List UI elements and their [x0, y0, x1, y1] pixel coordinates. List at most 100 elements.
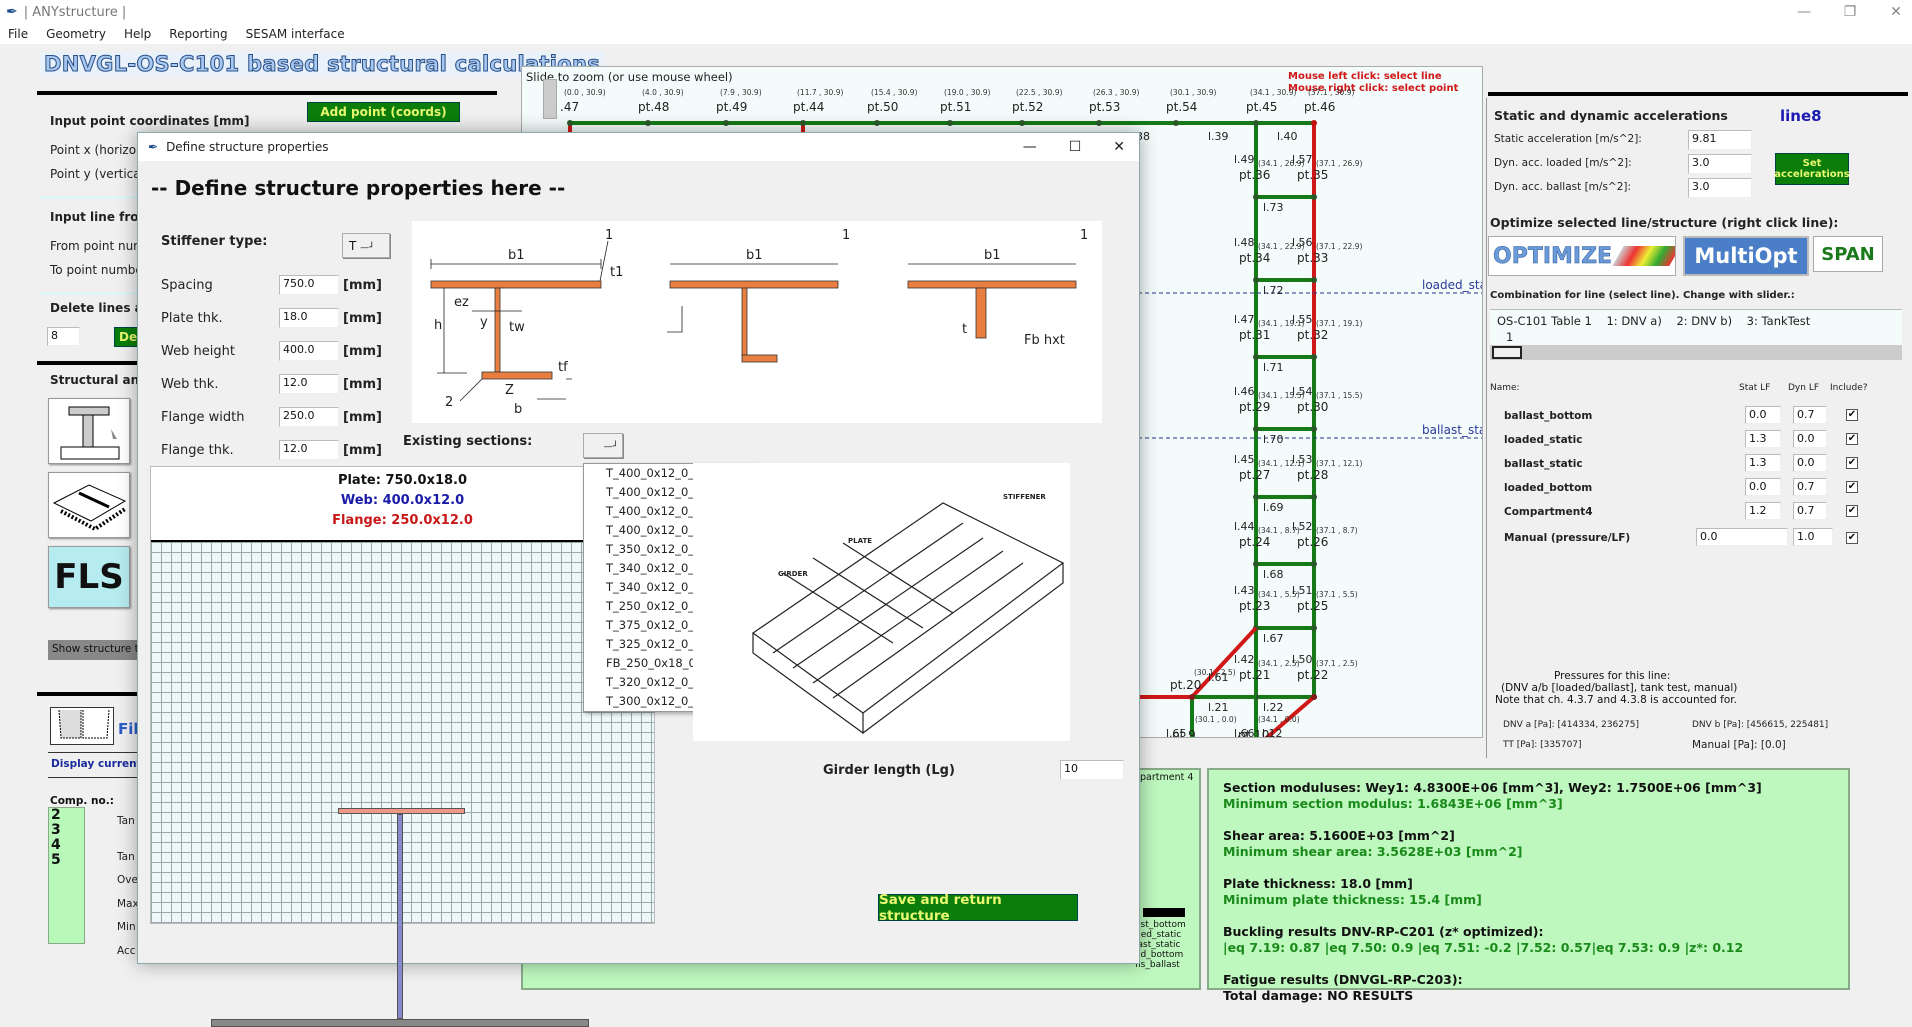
structure-point[interactable] [1311, 494, 1317, 500]
dyn-lf-input[interactable]: 0.0 [1793, 454, 1827, 472]
add-point-button[interactable]: Add point (coords) [307, 102, 460, 122]
stiffener-tool-button[interactable] [48, 398, 130, 464]
list-item[interactable]: 4 [51, 838, 84, 853]
include-checkbox[interactable]: ✔ [1846, 532, 1858, 544]
span-button[interactable]: SPAN [1813, 236, 1883, 272]
structure-point[interactable] [1311, 354, 1317, 360]
menu-geometry[interactable]: Geometry [46, 27, 106, 41]
structure-point[interactable] [1253, 494, 1259, 500]
label-b1: b1 [984, 248, 1001, 263]
show-structure-button[interactable]: Show structure types [48, 640, 138, 660]
structure-point[interactable] [1311, 120, 1317, 126]
line-label: l.68 [1263, 568, 1284, 581]
plate-dim-label: Plate: 750.0x18.0 [337, 473, 468, 488]
structure-point[interactable] [800, 120, 806, 126]
menu-reporting[interactable]: Reporting [169, 27, 227, 41]
stat-lf-input[interactable]: 1.2 [1745, 502, 1781, 520]
structure-point[interactable] [1253, 561, 1259, 567]
dyn-ballast-label: Dyn. acc. ballast [m/s^2]: [1494, 181, 1632, 193]
dialog-close-button[interactable]: ✕ [1113, 139, 1125, 155]
field-input[interactable]: 18.0 [279, 308, 339, 328]
dyn-loaded-input[interactable]: 3.0 [1688, 154, 1752, 174]
list-item[interactable]: 2 [51, 808, 84, 823]
structure-point[interactable] [1311, 625, 1317, 631]
point-coord: (7.9 , 30.9) [720, 88, 762, 97]
dialog-maximize-button[interactable]: ☐ [1069, 139, 1082, 155]
stat-lf-input[interactable]: 1.3 [1745, 430, 1781, 448]
panel-tool-button[interactable] [48, 472, 130, 538]
static-acc-input[interactable]: 9.81 [1688, 130, 1752, 150]
structure-point[interactable] [874, 120, 880, 126]
girder-length-input[interactable]: 10 [1060, 760, 1124, 780]
point-label: pt.49 [716, 100, 747, 114]
structure-point[interactable] [1311, 277, 1317, 283]
structure-point[interactable] [1311, 426, 1317, 432]
field-input[interactable]: 250.0 [279, 407, 339, 427]
menu-help[interactable]: Help [124, 27, 151, 41]
include-checkbox[interactable]: ✔ [1846, 409, 1858, 421]
structure-point[interactable] [1189, 694, 1195, 700]
restore-button[interactable]: ❐ [1832, 0, 1868, 24]
display-current-link[interactable]: Display current compartments [51, 758, 137, 770]
menu-file[interactable]: File [8, 27, 28, 41]
stat-lf-input[interactable]: 0.0 [1745, 406, 1781, 424]
structure-point[interactable] [1173, 120, 1179, 126]
list-item[interactable]: 5 [51, 853, 84, 868]
delete-input[interactable]: 8 [47, 327, 80, 346]
manual-lf-input[interactable]: 1.0 [1793, 528, 1833, 546]
stat-lf-input[interactable]: 0.0 [1745, 478, 1781, 496]
include-checkbox[interactable]: ✔ [1846, 505, 1858, 517]
field-input[interactable]: 400.0 [279, 341, 339, 361]
multiopt-button[interactable]: MultiOpt [1683, 236, 1809, 276]
structure-point[interactable] [645, 120, 651, 126]
combination-slider-track[interactable] [1490, 345, 1902, 360]
tank-fill-icon[interactable] [50, 707, 114, 745]
line-label: l.53 [1292, 453, 1313, 466]
stat-lf-input[interactable]: 1.3 [1745, 454, 1781, 472]
structure-point[interactable] [1253, 426, 1259, 432]
dyn-lf-input[interactable]: 0.7 [1793, 478, 1827, 496]
field-input[interactable]: 12.0 [279, 440, 339, 460]
dyn-lf-input[interactable]: 0.7 [1793, 406, 1827, 424]
line-label: l.56 [1292, 236, 1313, 249]
dyn-lf-input[interactable]: 0.7 [1793, 502, 1827, 520]
structure-point[interactable] [1311, 194, 1317, 200]
structure-point[interactable] [723, 120, 729, 126]
field-input[interactable]: 750.0 [279, 275, 339, 295]
include-checkbox[interactable]: ✔ [1846, 481, 1858, 493]
structure-point[interactable] [1253, 277, 1259, 283]
structure-point[interactable] [947, 120, 953, 126]
structure-point[interactable] [1253, 194, 1259, 200]
close-button[interactable]: ✕ [1878, 0, 1912, 24]
manual-pressure-input[interactable]: 0.0 [1696, 528, 1788, 546]
minimize-button[interactable]: — [1786, 0, 1822, 24]
include-checkbox[interactable]: ✔ [1846, 457, 1858, 469]
structure-point[interactable] [1096, 120, 1102, 126]
label-y: y [480, 315, 488, 330]
menu-sesam[interactable]: SESAM interface [246, 27, 345, 41]
combination-slider-thumb[interactable] [1492, 346, 1522, 359]
compartment-list[interactable]: 2 3 4 5 [48, 807, 85, 944]
point-coord: (15.4 , 30.9) [871, 88, 917, 97]
window-title: | ANYstructure | [23, 4, 127, 20]
divider [40, 292, 140, 295]
results-panel: Section moduluses: Wey1: 4.8300E+06 [mm^… [1207, 768, 1850, 1003]
dialog-minimize-button[interactable]: — [1023, 139, 1037, 155]
fls-button[interactable]: FLS [48, 546, 130, 608]
stiffener-type-select[interactable]: T —┘ [342, 233, 390, 258]
dyn-ballast-input[interactable]: 3.0 [1688, 178, 1752, 198]
structure-point[interactable] [1253, 354, 1259, 360]
optimize-button[interactable]: OPTIMIZE [1488, 236, 1676, 276]
structure-point[interactable] [1311, 694, 1317, 700]
structure-point[interactable] [567, 120, 573, 126]
field-input[interactable]: 12.0 [279, 374, 339, 394]
include-checkbox[interactable]: ✔ [1846, 433, 1858, 445]
list-item[interactable]: 3 [51, 823, 84, 838]
structure-point[interactable] [1253, 120, 1259, 126]
existing-sections-select[interactable]: —┘ [583, 433, 623, 458]
save-return-button[interactable]: Save and return structure [878, 892, 1078, 924]
structure-point[interactable] [1019, 120, 1025, 126]
set-accelerations-button[interactable]: Set accelerations [1774, 153, 1850, 185]
structure-point[interactable] [1311, 561, 1317, 567]
dyn-lf-input[interactable]: 0.0 [1793, 430, 1827, 448]
